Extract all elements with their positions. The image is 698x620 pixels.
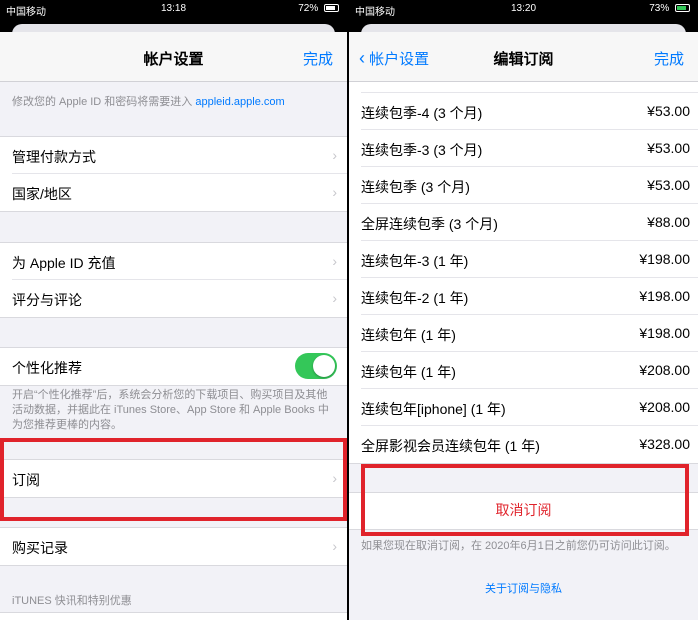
apple-id-caption-text: 修改您的 Apple ID 和密码将需要进入	[12, 96, 196, 108]
plan-row[interactable]: 连续包季-4 (3 个月) ¥53.00	[361, 93, 698, 130]
plan-price: ¥208.00	[639, 362, 690, 378]
plan-row[interactable]: 全屏影视会员连续包年 (1 年) ¥328.00	[361, 426, 698, 463]
plan-price: ¥198.00	[639, 288, 690, 304]
chevron-right-icon: ›	[332, 253, 337, 269]
battery-icon	[675, 4, 690, 12]
purchase-history-row[interactable]: 购买记录 ›	[12, 528, 347, 565]
plan-name: 全屏影视会员连续包年 (1 年)	[361, 438, 540, 454]
highlight-box	[0, 438, 347, 521]
battery-percent: 73%	[649, 3, 670, 14]
plan-row[interactable]: 连续包年 (1 年) ¥198.00	[361, 315, 698, 352]
purchase-history-group: 购买记录 ›	[0, 527, 347, 566]
edit-subscription-panel: 中国移动 13:20 73% 连续包季-4 (3 个月) ¥53.00 连续包季-3…	[349, 0, 698, 620]
country-region-label: 国家/地区	[12, 186, 72, 202]
account-settings-panel: 中国移动 13:18 72% 帐户设置 完成 修改您的 Apple ID 和密码…	[0, 0, 347, 620]
plan-row[interactable]: 连续包年 (1 年) ¥208.00	[361, 352, 698, 389]
itunes-group	[0, 612, 347, 620]
plan-row[interactable]: 连续包年-2 (1 年) ¥198.00	[361, 278, 698, 315]
ratings-reviews-row[interactable]: 评分与评论 ›	[12, 280, 347, 317]
chevron-right-icon: ›	[332, 290, 337, 306]
status-bar: 中国移动 13:18 72%	[0, 0, 347, 18]
plan-name: 连续包年[iphone] (1 年)	[361, 401, 506, 417]
chevron-right-icon: ›	[332, 147, 337, 163]
apple-id-caption: 修改您的 Apple ID 和密码将需要进入 appleid.apple.com	[12, 95, 335, 110]
personalized-toggle[interactable]	[295, 353, 337, 379]
plan-name: 连续包季-4 (3 个月)	[361, 105, 483, 121]
plan-name: 全屏连续包季 (3 个月)	[361, 216, 498, 232]
battery-indicator: 73%	[649, 3, 690, 14]
country-region-row[interactable]: 国家/地区 ›	[12, 174, 347, 211]
plan-price: ¥198.00	[639, 325, 690, 341]
appleid-link[interactable]: appleid.apple.com	[195, 96, 284, 108]
payment-group: 管理付款方式 › 国家/地区 ›	[0, 136, 347, 212]
done-button[interactable]: 完成	[654, 48, 684, 69]
nav-bar: 帐户设置 完成	[0, 32, 347, 82]
personalized-group: 个性化推荐	[0, 347, 347, 386]
plan-name: 连续包年-2 (1 年)	[361, 290, 469, 306]
personalized-caption: 开启“个性化推荐”后，系统会分析您的下载项目、购买项目及其他活动数据，并据此在 …	[12, 389, 329, 431]
personalized-row: 个性化推荐	[12, 348, 347, 385]
status-time: 13:18	[160, 3, 187, 14]
add-funds-label: 为 Apple ID 充值	[12, 255, 116, 271]
plan-price: ¥208.00	[639, 399, 690, 415]
plan-name: 连续包年 (1 年)	[361, 327, 456, 343]
plan-price: ¥53.00	[647, 140, 690, 156]
plan-row[interactable]: 连续包年-3 (1 年) ¥198.00	[361, 241, 698, 278]
plan-row[interactable]: 连续包季-3 (3 个月) ¥53.00	[361, 130, 698, 167]
battery-indicator: 72%	[298, 3, 339, 14]
plans-group: 连续包季-4 (3 个月) ¥53.00 连续包季-3 (3 个月) ¥53.00 连续…	[349, 76, 698, 464]
manage-payment-label: 管理付款方式	[12, 149, 96, 165]
itunes-section-header: iTUNES 快讯和特别优惠	[12, 595, 132, 607]
add-funds-row[interactable]: 为 Apple ID 充值 ›	[12, 243, 347, 280]
plan-price: ¥53.00	[647, 177, 690, 193]
plan-name: 连续包年 (1 年)	[361, 364, 456, 380]
purchase-history-label: 购买记录	[12, 540, 68, 556]
nav-bar: ‹ 帐户设置 编辑订阅 完成	[349, 32, 698, 82]
chevron-right-icon: ›	[332, 538, 337, 554]
plan-price: ¥88.00	[647, 214, 690, 230]
status-time: 13:20	[510, 3, 537, 14]
battery-percent: 72%	[298, 3, 319, 14]
balance-group: 为 Apple ID 充值 › 评分与评论 ›	[0, 242, 347, 318]
plan-price: ¥53.00	[647, 103, 690, 119]
plan-price: ¥198.00	[639, 251, 690, 267]
plan-row[interactable]: 连续包年[iphone] (1 年) ¥208.00	[361, 389, 698, 426]
battery-icon	[324, 4, 339, 12]
nav-title: 编辑订阅	[493, 51, 554, 68]
nav-title: 帐户设置	[143, 51, 204, 68]
done-button[interactable]: 完成	[303, 48, 333, 69]
plan-name: 连续包季 (3 个月)	[361, 179, 470, 195]
personalized-label: 个性化推荐	[12, 360, 82, 376]
plan-name: 连续包季-3 (3 个月)	[361, 142, 483, 158]
plan-name: 连续包年-3 (1 年)	[361, 253, 469, 269]
plan-price: ¥328.00	[639, 436, 690, 452]
plan-row[interactable]: 连续包季 (3 个月) ¥53.00	[361, 167, 698, 204]
highlight-box	[361, 464, 689, 536]
chevron-right-icon: ›	[332, 184, 337, 200]
sheet-handle	[0, 18, 347, 34]
sheet-handle	[349, 18, 698, 34]
manage-payment-row[interactable]: 管理付款方式 ›	[12, 137, 347, 174]
ratings-reviews-label: 评分与评论	[12, 292, 82, 308]
subscription-privacy-link[interactable]: 关于订阅与隐私	[349, 580, 698, 596]
status-bar: 中国移动 13:20 73%	[349, 0, 698, 18]
cancel-caption: 如果您现在取消订阅，在 2020年6月1日之前您仍可访问此订阅。	[361, 540, 676, 552]
plan-row[interactable]: 全屏连续包季 (3 个月) ¥88.00	[361, 204, 698, 241]
